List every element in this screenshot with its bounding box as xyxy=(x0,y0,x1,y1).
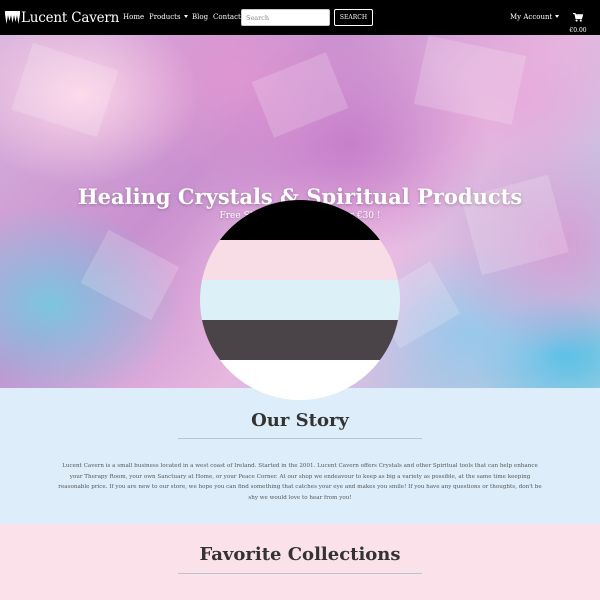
divider xyxy=(178,573,422,574)
flag-stripe xyxy=(200,280,400,320)
search-button[interactable]: SEARCH xyxy=(334,9,373,26)
crystal-cave-logo-icon xyxy=(5,11,20,25)
cart-total: €0.00 xyxy=(569,27,587,34)
nav-link-blog[interactable]: Blog xyxy=(192,12,208,22)
divider xyxy=(178,438,422,439)
crystal-facet xyxy=(251,52,349,138)
my-account-dropdown[interactable]: My Account xyxy=(510,12,560,22)
flag-stripe xyxy=(200,320,400,360)
chevron-down-icon xyxy=(183,15,188,18)
cart-link[interactable]: €0.00 xyxy=(565,7,591,34)
brand-name: Lucent Cavern xyxy=(21,10,120,26)
crystal-facet xyxy=(80,229,180,321)
cart-icon xyxy=(573,7,584,26)
nav-link-home[interactable]: Home xyxy=(123,12,144,22)
chevron-down-icon xyxy=(555,15,560,18)
crystal-facet xyxy=(11,42,119,138)
story-text: Lucent Cavern is a small business locate… xyxy=(58,463,542,501)
favorite-collections-section: Favorite Collections xyxy=(0,524,600,600)
section-title: Favorite Collections xyxy=(199,544,401,565)
brand-link[interactable]: Lucent Cavern xyxy=(5,8,119,28)
search-input[interactable] xyxy=(241,9,330,26)
nav-link-contact[interactable]: Contact xyxy=(213,12,241,22)
flag-stripe xyxy=(200,240,400,280)
crystal-facet xyxy=(413,35,527,125)
my-account-label: My Account xyxy=(510,13,553,21)
flag-circle-image xyxy=(200,200,400,400)
section-title: Our Story xyxy=(251,410,349,431)
nav-link-products-label: Products xyxy=(149,13,181,21)
our-story-section: Our Story Lucent Cavern is a small busin… xyxy=(0,388,600,524)
navbar: Lucent Cavern Home Products Blog Contact… xyxy=(0,0,600,35)
nav-link-products[interactable]: Products xyxy=(149,12,188,22)
